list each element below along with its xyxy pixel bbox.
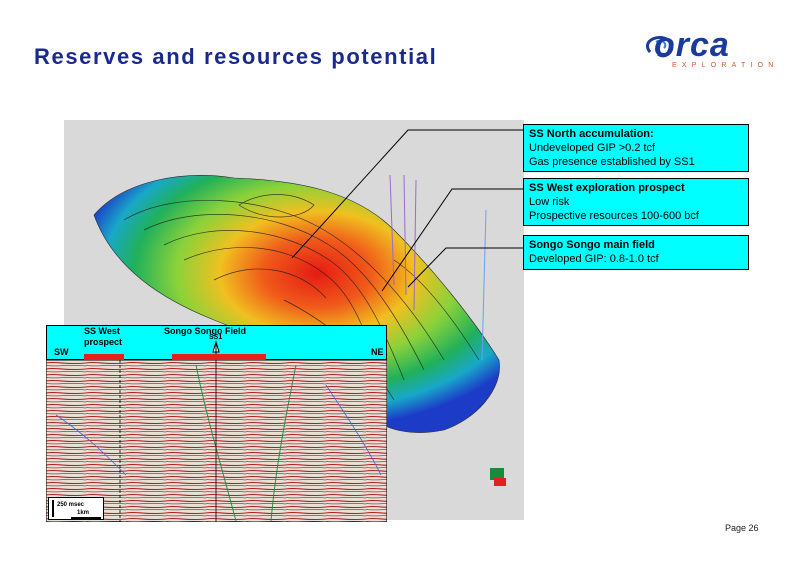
callout-songo-main: Songo Songo main field Developed GIP: 0.… [523,235,749,270]
callout-ss-north: SS North accumulation: Undeveloped GIP >… [523,124,749,172]
callout-heading: SS North accumulation: [529,128,654,140]
scale-time: 250 msec [57,502,85,508]
label-prospect: prospect [84,337,123,347]
label-well-ss1: SS1 [209,334,223,341]
label-sw: SW [54,347,69,357]
scale-bar: 250 msec 1km [48,497,104,520]
label-songo-field: Songo Songo Field [164,326,246,336]
scale-dist: 1km [77,510,90,516]
label-ne: NE [371,347,384,357]
well-derrick-icon [212,340,220,354]
callout-line: Low risk [529,196,570,208]
callout-line: Undeveloped GIP >0.2 tcf [529,142,656,154]
label-ss-west: SS West [84,326,120,336]
callout-heading: Songo Songo main field [529,239,655,251]
seismic-section: SS West prospect Songo Songo Field SS1 S… [46,325,387,522]
callout-line: Developed GIP: 0.8-1.0 tcf [529,253,659,265]
callout-ss-west: SS West exploration prospect Low risk Pr… [523,178,749,226]
callout-line: Prospective resources 100-600 bcf [529,210,699,222]
page-number: Page 26 [725,523,759,533]
callout-line: Gas presence established by SS1 [529,156,695,168]
callout-heading: SS West exploration prospect [529,182,685,194]
